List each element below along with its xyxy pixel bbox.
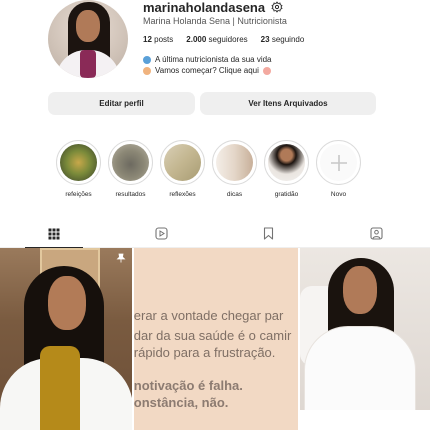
posts-grid: erar a vontade chegar par dar da sua saú…	[0, 248, 430, 430]
muscle-emoji-icon	[143, 66, 151, 75]
quote-line-3: rápido para a frustração.	[133, 345, 276, 360]
bio-line-2: Vamos começar? Clique aqui	[155, 66, 259, 75]
quote-line-2: dar da sua saúde é o camir	[133, 328, 292, 343]
tab-posts[interactable]	[0, 220, 108, 248]
profile-tabs	[0, 220, 430, 248]
highlight-dicas[interactable]: dicas	[212, 140, 257, 198]
bookmark-icon	[264, 227, 274, 240]
username: marinaholandasena	[143, 0, 266, 15]
post-quote[interactable]: erar a vontade chegar par dar da sua saú…	[133, 248, 299, 430]
tab-tagged[interactable]	[323, 220, 430, 247]
food-photo-icon	[60, 144, 97, 181]
view-archive-button[interactable]: Ver Itens Arquivados	[200, 92, 376, 115]
pointing-hand-emoji-icon	[262, 66, 271, 75]
notebook-photo-icon	[164, 144, 201, 181]
highlight-new[interactable]: Novo	[316, 140, 361, 198]
tab-reels[interactable]	[108, 220, 216, 247]
profile-stats: 12 posts 2.000 seguidores 23 seguindo	[143, 35, 304, 44]
grid-icon	[48, 228, 60, 239]
avatar-top	[80, 50, 96, 78]
quote-line-4: notivação é falha.	[133, 378, 243, 393]
avatar-face	[76, 10, 100, 42]
pinned-icon	[116, 253, 126, 263]
results-photo-icon	[112, 144, 149, 181]
plus-icon	[330, 154, 347, 171]
username-row: marinaholandasena	[143, 0, 283, 15]
highlight-gratidao[interactable]: gratidão	[264, 140, 309, 198]
post-portrait-1[interactable]	[0, 248, 132, 430]
highlight-reflexoes[interactable]: reflexões	[160, 140, 205, 198]
stat-followers[interactable]: 2.000 seguidores	[186, 35, 247, 44]
highlight-refeicoes[interactable]: refeições	[56, 140, 101, 198]
tips-photo-icon	[216, 144, 253, 181]
edit-profile-button[interactable]: Editar perfil	[48, 92, 195, 115]
tagged-icon	[370, 227, 383, 240]
profile-avatar[interactable]	[48, 0, 128, 78]
quote-line-1: erar a vontade chegar par	[133, 308, 284, 323]
profile-bio: A última nutricionista da sua vida Vamos…	[143, 54, 272, 76]
stat-following[interactable]: 23 seguindo	[261, 35, 305, 44]
story-highlights: refeições resultados reflexões dicas gra…	[56, 140, 361, 198]
tab-saved[interactable]	[215, 220, 323, 247]
profile-full-name: Marina Holanda Sena | Nutricionista	[143, 16, 287, 26]
portrait-photo-icon	[268, 144, 305, 181]
reels-icon	[155, 227, 168, 240]
quote-line-5: onstância, não.	[133, 395, 229, 410]
highlight-resultados[interactable]: resultados	[108, 140, 153, 198]
stat-posts[interactable]: 12 posts	[143, 35, 173, 44]
settings-icon[interactable]	[271, 1, 283, 13]
bio-line-1: A última nutricionista da sua vida	[155, 55, 272, 64]
post-portrait-2[interactable]	[300, 248, 430, 430]
apple-emoji-icon	[143, 55, 151, 64]
